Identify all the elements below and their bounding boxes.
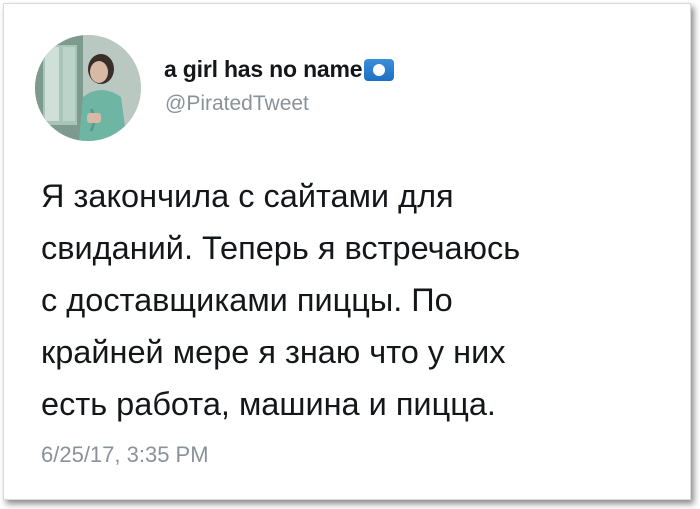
tweet-timestamp[interactable]: 6/25/17, 3:35 PM	[41, 442, 209, 468]
tweet-line: свиданий. Теперь я встречаюсь	[41, 230, 521, 266]
profile-photo-icon	[35, 35, 141, 141]
tweet-line: Я закончила с сайтами для	[41, 178, 454, 214]
verified-badge-icon	[364, 58, 395, 81]
tweet-line: с доставщиками пиццы. По	[41, 282, 453, 318]
tweet-card: a girl has no name @PiratedTweet Я закон…	[3, 3, 691, 500]
display-name[interactable]: a girl has no name	[164, 56, 363, 83]
tweet-line: крайней мере я знаю что у них	[41, 334, 506, 370]
user-handle[interactable]: @PiratedTweet	[165, 92, 309, 116]
avatar[interactable]	[35, 35, 141, 141]
name-row: a girl has no name	[164, 56, 395, 83]
tweet-line: есть работа, машина и пицца.	[41, 386, 496, 422]
tweet-text: Я закончила с сайтами для свиданий. Тепе…	[41, 170, 681, 430]
